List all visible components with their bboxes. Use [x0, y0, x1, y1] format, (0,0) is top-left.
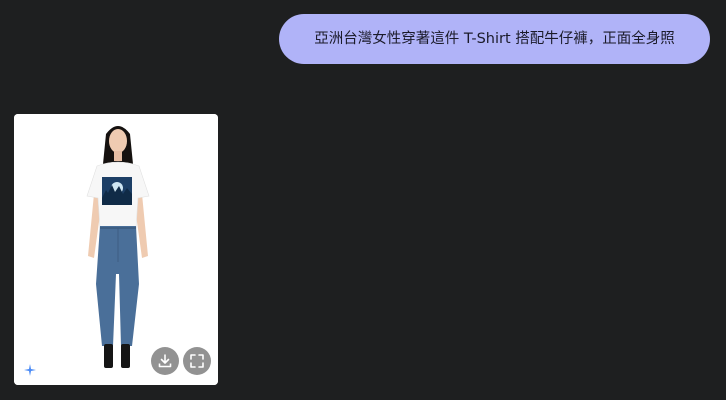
download-button[interactable] [151, 347, 179, 375]
download-icon [158, 354, 172, 368]
user-message-bubble: 亞洲台灣女性穿著這件 T-Shirt 搭配牛仔褲，正面全身照 [279, 14, 710, 64]
fullscreen-button[interactable] [183, 347, 211, 375]
user-message-text: 亞洲台灣女性穿著這件 T-Shirt 搭配牛仔褲，正面全身照 [314, 31, 675, 47]
generated-image [14, 114, 218, 385]
fullscreen-icon [190, 354, 204, 368]
generated-image-card[interactable] [14, 114, 218, 385]
sparkle-icon [24, 364, 36, 376]
